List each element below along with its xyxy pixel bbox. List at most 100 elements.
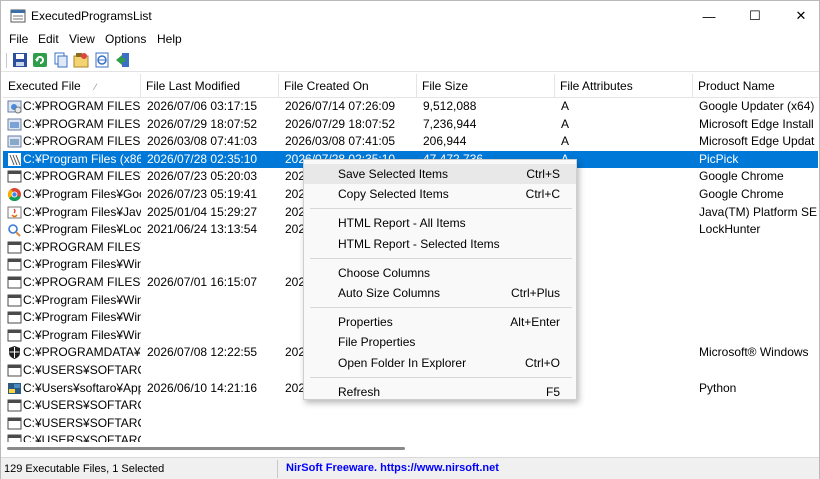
menu-separator bbox=[310, 307, 572, 309]
exit-icon[interactable] bbox=[115, 52, 131, 68]
maximize-button[interactable]: ☐ bbox=[732, 1, 778, 31]
cell-modified bbox=[147, 327, 279, 345]
copy-icon[interactable] bbox=[53, 52, 69, 68]
minimize-button[interactable]: — bbox=[686, 1, 732, 31]
column-header-product-name[interactable]: Product Name bbox=[693, 74, 818, 98]
scrollbar-thumb[interactable] bbox=[7, 447, 405, 450]
table-row[interactable]: C:¥PROGRAM FILES (X... 2026/07/06 03:17:1… bbox=[3, 98, 818, 116]
cell-modified bbox=[147, 397, 279, 415]
cell-modified bbox=[147, 415, 279, 433]
cell-attr bbox=[561, 327, 693, 345]
horizontal-scrollbar[interactable] bbox=[3, 442, 818, 455]
app-window-icon bbox=[7, 399, 22, 412]
cell-size: 206,944 bbox=[423, 134, 467, 149]
title-bar[interactable]: ExecutedProgramsList — ☐ ✕ bbox=[1, 1, 819, 31]
menu-edit[interactable]: Edit bbox=[38, 32, 59, 46]
cell-size: 7,236,944 bbox=[423, 116, 477, 131]
context-menu-item-copy-selected-items[interactable]: Copy Selected Items Ctrl+C bbox=[304, 184, 576, 204]
context-menu-item-choose-columns[interactable]: Choose Columns bbox=[304, 263, 576, 283]
cell-file: C:¥Program Files¥Win... bbox=[23, 292, 141, 307]
cell-modified: 2026/07/29 18:07:52 bbox=[147, 116, 258, 131]
cell-attr bbox=[561, 274, 693, 292]
cell-file: C:¥USERS¥SOFTARO¥... bbox=[23, 433, 141, 442]
table-row[interactable]: C:¥PROGRAM FILES (X... 2026/07/29 18:07:5… bbox=[3, 116, 818, 134]
cell-product bbox=[699, 362, 818, 380]
nirsoft-link[interactable]: NirSoft Freeware. https://www.nirsoft.ne… bbox=[286, 462, 499, 474]
html-report-icon[interactable] bbox=[94, 52, 110, 68]
menu-item-shortcut: Ctrl+S bbox=[526, 167, 560, 181]
app-window-icon bbox=[7, 311, 22, 324]
cell-size bbox=[423, 415, 555, 433]
context-menu-item-properties[interactable]: Properties Alt+Enter bbox=[304, 312, 576, 332]
menu-item-label: HTML Report - All Items bbox=[338, 216, 466, 231]
cell-product: Google Chrome bbox=[699, 186, 784, 201]
java-icon bbox=[7, 206, 22, 219]
cell-file: C:¥Program Files¥Win... bbox=[23, 257, 141, 272]
context-menu-item-html-report-selected-items[interactable]: HTML Report - Selected Items bbox=[304, 234, 576, 254]
cell-product: Microsoft Edge Install bbox=[699, 116, 814, 131]
chrome-icon bbox=[8, 187, 21, 201]
app-window-icon bbox=[7, 241, 22, 254]
cell-modified: 2021/06/24 13:13:54 bbox=[147, 222, 258, 237]
cell-attr bbox=[561, 362, 693, 380]
table-row[interactable]: C:¥USERS¥SOFTARO¥... bbox=[3, 432, 818, 442]
cell-file: C:¥Program Files¥Goo... bbox=[23, 186, 141, 201]
cell-modified: 2026/07/28 02:35:10 bbox=[147, 151, 258, 166]
column-header-file-attributes[interactable]: File Attributes bbox=[555, 74, 693, 98]
column-header-executed-file[interactable]: Executed File ⁄ bbox=[3, 74, 141, 98]
menu-view[interactable]: View bbox=[69, 32, 95, 46]
table-row[interactable]: C:¥USERS¥SOFTARO¥... bbox=[3, 415, 818, 433]
context-menu-item-auto-size-columns[interactable]: Auto Size Columns Ctrl+Plus bbox=[304, 283, 576, 303]
cell-file: C:¥Program Files¥Loc... bbox=[23, 222, 141, 237]
menu-file[interactable]: File bbox=[9, 32, 28, 46]
save-icon[interactable] bbox=[12, 52, 28, 68]
properties-icon[interactable] bbox=[73, 52, 89, 68]
menu-help[interactable]: Help bbox=[157, 32, 182, 46]
menu-separator bbox=[310, 376, 572, 378]
edge-updater-icon bbox=[7, 135, 22, 148]
menu-options[interactable]: Options bbox=[105, 32, 146, 46]
table-row[interactable]: C:¥PROGRAM FILES (X... 2026/03/08 07:41:0… bbox=[3, 133, 818, 151]
column-header-file-last-modified[interactable]: File Last Modified bbox=[141, 74, 279, 98]
cell-modified: 2026/07/23 05:19:41 bbox=[147, 186, 258, 201]
cell-size: 9,512,088 bbox=[423, 99, 477, 113]
cell-product: Google Updater (x64) bbox=[699, 99, 815, 113]
cell-modified bbox=[147, 239, 279, 257]
cell-modified bbox=[147, 292, 279, 310]
menu-item-label: Properties bbox=[338, 315, 393, 330]
refresh-icon[interactable] bbox=[32, 52, 48, 68]
cell-modified: 2026/06/10 14:21:16 bbox=[147, 380, 258, 395]
close-button[interactable]: ✕ bbox=[778, 1, 820, 31]
cell-attr bbox=[561, 204, 693, 222]
menu-item-shortcut: Ctrl+O bbox=[524, 355, 560, 370]
cell-product bbox=[699, 239, 818, 257]
cell-attr bbox=[561, 256, 693, 274]
cell-product: Microsoft® Windows bbox=[699, 345, 809, 360]
cell-attr bbox=[561, 292, 693, 310]
context-menu-item-file-properties[interactable]: File Properties bbox=[304, 332, 576, 352]
cell-product bbox=[699, 397, 818, 415]
cell-attr bbox=[561, 239, 693, 257]
cell-size bbox=[423, 432, 555, 442]
cell-file: C:¥PROGRAM FILES¥... bbox=[23, 274, 141, 289]
context-menu-item-save-selected-items[interactable]: Save Selected Items Ctrl+S bbox=[304, 164, 576, 184]
context-menu-item-refresh[interactable]: Refresh F5 bbox=[304, 382, 576, 402]
menu-separator bbox=[310, 208, 572, 210]
column-header-file-created-on[interactable]: File Created On bbox=[279, 74, 417, 98]
app-window-icon bbox=[7, 258, 22, 271]
context-menu-item-open-folder-in-explorer[interactable]: Open Folder In Explorer Ctrl+O bbox=[304, 353, 576, 373]
menu-item-shortcut: F5 bbox=[545, 384, 560, 399]
cell-file: C:¥PROGRAM FILES (X... bbox=[23, 99, 141, 113]
context-menu-item-html-report-all-items[interactable]: HTML Report - All Items bbox=[304, 213, 576, 233]
menu-item-label: Copy Selected Items bbox=[338, 187, 449, 202]
app-window-icon bbox=[7, 434, 22, 442]
app-window-icon bbox=[7, 294, 22, 307]
cell-file: C:¥Program Files (x86)... bbox=[23, 151, 141, 166]
cell-attr bbox=[561, 344, 693, 362]
cell-attr: A bbox=[561, 134, 570, 149]
cell-product bbox=[699, 327, 818, 345]
cell-file: C:¥PROGRAM FILES¥G... bbox=[23, 169, 141, 184]
column-header-file-size[interactable]: File Size bbox=[417, 74, 555, 98]
cell-file: C:¥Program Files¥Win... bbox=[23, 310, 141, 325]
cell-file: C:¥Users¥softaro¥App... bbox=[23, 380, 141, 395]
